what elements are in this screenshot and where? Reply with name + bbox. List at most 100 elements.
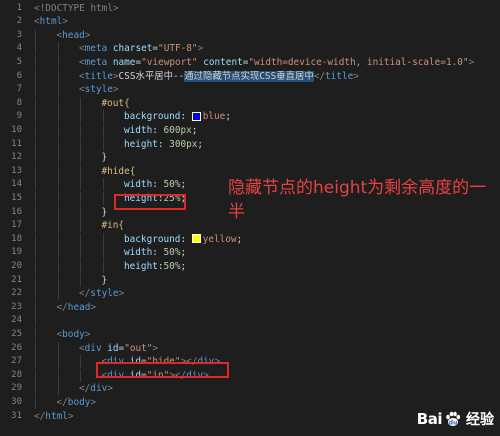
code-line[interactable]: 10 width: 600px; <box>0 123 500 137</box>
line-number: 13 <box>11 165 22 176</box>
code-text: <!DOCTYPE html> <box>34 2 119 15</box>
line-number: 17 <box>11 220 22 231</box>
indent-guide <box>102 137 104 151</box>
code-token: ; <box>180 179 187 191</box>
indent-guide <box>57 259 59 273</box>
code-token: : <box>180 233 192 245</box>
line-number: 25 <box>11 328 22 339</box>
code-token: #out{ <box>101 97 130 109</box>
indent-guide <box>57 123 59 137</box>
code-token: ; <box>197 138 204 150</box>
indent-guide <box>35 110 36 124</box>
line-number: 24 <box>11 315 22 326</box>
code-line[interactable]: 1 <!DOCTYPE html> <box>0 2 500 15</box>
indent-guide <box>57 341 59 355</box>
indent-guide <box>80 123 81 137</box>
indent-guide <box>57 110 59 124</box>
color-swatch-icon[interactable] <box>191 234 201 244</box>
indent-guide <box>57 178 59 192</box>
code-token: 50% <box>163 260 181 272</box>
code-line[interactable]: 5 <meta name="viewport" content="width=de… <box>0 55 500 69</box>
indent-guide <box>80 137 81 151</box>
code-line[interactable]: 11 height: 300px; <box>0 137 500 151</box>
code-token: title <box>84 70 113 82</box>
code-line[interactable]: 2 <html> <box>0 15 500 28</box>
line-number: 12 <box>11 152 22 163</box>
code-line[interactable]: 21} <box>0 273 500 287</box>
indent-guide <box>80 151 81 165</box>
code-line[interactable]: 27 <div id="hide"></div> <box>0 355 500 369</box>
code-token: name <box>107 56 136 68</box>
code-token: </ <box>313 70 326 82</box>
indent-guide <box>102 232 104 246</box>
code-token: div <box>84 342 102 354</box>
code-text: width: 50%; <box>124 178 186 191</box>
code-token: meta <box>84 56 108 68</box>
indent-guide <box>80 368 81 382</box>
indent-guide <box>102 246 104 260</box>
indent-guide <box>35 368 36 382</box>
indent-guide <box>80 232 81 246</box>
line-number: 19 <box>11 247 22 258</box>
code-token: width <box>124 124 153 136</box>
code-line[interactable]: 22 </style> <box>0 287 500 301</box>
code-token: } <box>101 274 108 286</box>
code-text: width: 50%; <box>124 246 186 259</box>
indent-guide <box>102 259 104 273</box>
color-swatch-icon[interactable] <box>191 111 201 121</box>
code-line[interactable]: 26 <div id="out"> <box>0 341 500 355</box>
code-line[interactable]: 7 <style> <box>0 83 500 97</box>
line-number: 20 <box>11 260 22 271</box>
code-text: <div id="out"> <box>79 342 158 355</box>
code-token: > <box>107 383 113 395</box>
indent-guide <box>80 164 81 178</box>
line-number: 9 <box>16 111 22 122</box>
code-text: height:50%; <box>124 260 186 273</box>
code-token: } <box>101 152 108 164</box>
baidu-paw-icon: du <box>446 411 461 427</box>
code-line[interactable]: 12} <box>0 151 500 165</box>
code-token: height <box>124 138 158 150</box>
code-line[interactable]: 3 <head> <box>0 28 500 42</box>
watermark-jingyan: 经验 <box>466 412 494 428</box>
code-line[interactable]: 9 background: blue; <box>0 110 500 124</box>
line-number: 2 <box>16 16 22 27</box>
code-text: #hide{ <box>102 165 136 178</box>
code-token: "width=device-width, initial-scale=1.0" <box>248 56 469 68</box>
code-line[interactable]: 19 width: 50%; <box>0 246 500 260</box>
code-line[interactable]: 23 </head> <box>0 300 500 314</box>
indent-guide <box>57 191 59 205</box>
code-line[interactable]: 18 background: yellow; <box>0 232 500 246</box>
indent-guide <box>35 382 36 396</box>
indent-guide <box>35 69 36 83</box>
code-token: </ <box>79 383 91 395</box>
line-number: 18 <box>11 233 22 244</box>
indent-guide <box>80 191 81 205</box>
code-line[interactable]: 28 <div id="in"></div> <box>0 368 500 382</box>
code-line[interactable]: 29 </div> <box>0 382 500 396</box>
indent-guide <box>35 123 36 137</box>
line-number: 4 <box>16 43 22 54</box>
code-text: </body> <box>57 396 97 409</box>
line-number: 22 <box>11 288 22 299</box>
indent-guide <box>35 219 36 233</box>
code-token: 600px <box>163 124 192 136</box>
code-text: height: 300px; <box>124 138 203 151</box>
indent-guide <box>57 205 59 219</box>
code-token: : <box>180 111 192 123</box>
code-token: background <box>124 111 181 123</box>
code-line[interactable]: 4 <meta charset="UTF-8"> <box>0 42 500 56</box>
code-line[interactable]: 20 height:50%; <box>0 259 500 273</box>
indent-guide <box>80 246 81 260</box>
code-line[interactable]: 6 <title>CSS水平居中--通过隐藏节点实现CSS垂直居中</title> <box>0 69 500 83</box>
code-line[interactable]: 8 #out{ <box>0 96 500 110</box>
code-line[interactable]: 25 <body> <box>0 327 500 341</box>
indent-guide <box>80 178 81 192</box>
code-token: </ <box>56 396 68 408</box>
code-token: : <box>152 179 164 191</box>
code-token: div <box>90 383 108 395</box>
code-token: style <box>84 84 113 96</box>
code-line[interactable]: 24 <box>0 314 500 328</box>
watermark-bai: Bai <box>416 410 443 428</box>
indent-guide <box>57 42 59 56</box>
